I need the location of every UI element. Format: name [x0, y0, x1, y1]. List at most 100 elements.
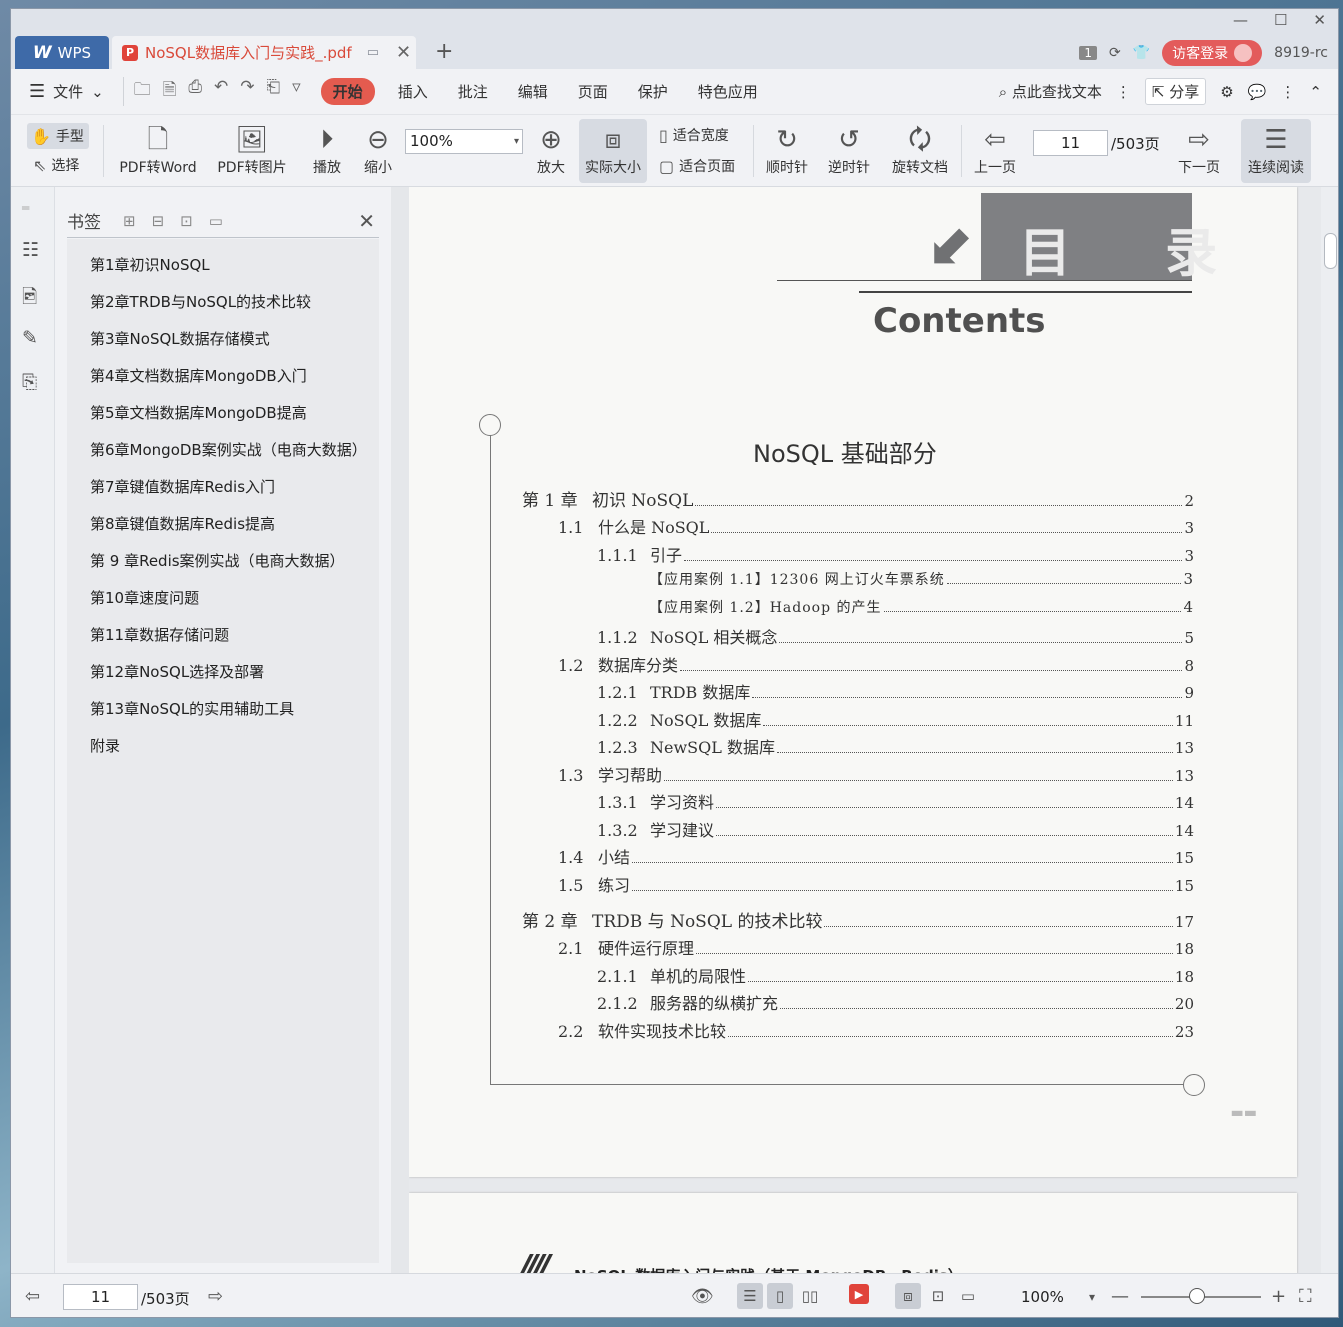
skin-icon[interactable]: 👕 [1133, 45, 1150, 61]
continuous-view-icon[interactable]: ☰ [737, 1283, 763, 1309]
file-menu[interactable]: ☰ 文件 ⌄ [27, 81, 119, 102]
tab-special[interactable]: 特色应用 [683, 81, 773, 102]
rotate-clockwise-button[interactable]: ↻ 顺时针 [759, 119, 815, 183]
close-tab-icon[interactable]: ✕ [396, 42, 411, 63]
fit-page-button[interactable]: ▢ 适合页面 [659, 156, 735, 176]
thumbnail-icon[interactable]: 🖻 [22, 283, 37, 315]
bookmark-item[interactable]: 第13章NoSQL的实用辅助工具 [67, 691, 379, 728]
fit-width-status-icon[interactable]: ▭ [955, 1283, 981, 1309]
collapse-ribbon-icon[interactable]: ⌃ [1309, 83, 1322, 101]
collapse-all-icon[interactable]: ⊟ [152, 212, 165, 230]
select-tool-button[interactable]: ⇖ 选择 [33, 155, 79, 175]
toc-entry[interactable]: 1.1.2 NoSQL 相关概念 5 [522, 624, 1194, 652]
maximize-icon[interactable]: ☐ [1274, 11, 1287, 29]
toc-entry[interactable]: 1.4 小结 15 [522, 844, 1194, 872]
toc-entry[interactable]: 2.1.2 服务器的纵横扩充 20 [522, 990, 1194, 1018]
bookmark-item[interactable]: 第 9 章Redis案例实战（电商大数据） [67, 543, 379, 580]
status-page-input[interactable]: 11 [63, 1284, 138, 1310]
bookmark-item[interactable]: 第11章数据存储问题 [67, 617, 379, 654]
status-next-page-icon[interactable]: ⇨ [208, 1286, 223, 1307]
toc-entry[interactable]: 1.2.1 TRDB 数据库 9 [522, 679, 1194, 707]
fullscreen-icon[interactable]: ⛶ [1299, 1286, 1312, 1307]
previous-page-button[interactable]: ⇦ 上一页 [967, 119, 1023, 183]
login-button[interactable]: 访客登录 [1162, 40, 1263, 66]
fit-width-button[interactable]: ▯ 适合宽度 [659, 125, 729, 145]
redo-icon[interactable]: ↷ [240, 77, 254, 106]
share-button[interactable]: ⇱ 分享 [1144, 78, 1207, 105]
zoom-out-button[interactable]: ⊖ 缩小 [356, 119, 400, 183]
attachment-icon[interactable]: ⎘ [22, 371, 37, 393]
wps-home-tab[interactable]: W WPS [15, 36, 109, 69]
bookmark-item[interactable]: 第10章速度问题 [67, 580, 379, 617]
single-page-icon[interactable]: ▯ [767, 1283, 793, 1309]
zoom-slider-handle[interactable] [1189, 1288, 1205, 1304]
zoom-in-button[interactable]: ⊕ 放大 [529, 119, 573, 183]
sync-icon[interactable]: ⟳ [1109, 45, 1121, 61]
toc-entry[interactable]: 【应用案例 1.2】Hadoop 的产生 4 [522, 597, 1194, 625]
zoom-dropdown-icon[interactable]: ▾ [1089, 1290, 1095, 1304]
bookmark-item[interactable]: 第1章初识NoSQL [67, 247, 379, 284]
document-viewport[interactable]: ⬋ 目 录 Contents NoSQL 基础部分 第 1 章初识 NoSQL 2… [409, 187, 1321, 1273]
page-number-input[interactable]: 11 [1033, 130, 1108, 156]
search-text-button[interactable]: ⌕ 点此查找文本 [999, 81, 1102, 102]
pdf-to-image-button[interactable]: 🖼 PDF转图片 [209, 119, 295, 183]
toc-entry[interactable]: 2.1 硬件运行原理 18 [522, 935, 1194, 963]
more-vertical-icon[interactable]: ⋮ [1116, 83, 1131, 101]
eye-protection-icon[interactable]: 👁 [691, 1286, 714, 1307]
bookmark-item[interactable]: 第5章文档数据库MongoDB提高 [67, 395, 379, 432]
document-scrollbar[interactable] [1321, 187, 1338, 1273]
tab-page[interactable]: 页面 [563, 81, 623, 102]
toc-entry[interactable]: 第 2 章 TRDB 与 NoSQL 的技术比较 17 [522, 907, 1194, 935]
bookmark-item[interactable]: 第2章TRDB与NoSQL的技术比较 [67, 284, 379, 321]
tab-insert[interactable]: 插入 [383, 81, 443, 102]
scrollbar-thumb[interactable] [1324, 233, 1337, 269]
panel-scrollbar[interactable] [391, 187, 409, 1273]
monitor-icon[interactable]: ▭ [367, 45, 379, 60]
toc-entry[interactable]: 1.1 什么是 NoSQL 3 [522, 514, 1194, 542]
minimize-icon[interactable]: — [1233, 11, 1248, 29]
toc-entry[interactable]: 1.3 学习帮助 13 [522, 762, 1194, 790]
bookmark-list-icon[interactable]: ☷ [22, 239, 39, 261]
add-bookmark-icon[interactable]: ⊡ [180, 212, 193, 230]
toc-entry[interactable]: 1.3.2 学习建议 14 [522, 817, 1194, 845]
pdf-to-word-button[interactable]: 🗋 PDF转Word [111, 119, 205, 183]
toc-entry[interactable]: 2.2 软件实现技术比较 23 [522, 1018, 1194, 1046]
drag-handle-icon[interactable]: ═ [22, 201, 29, 215]
more-menu-icon[interactable]: ⋮ [1280, 83, 1295, 101]
bookmark-item[interactable]: 第7章键值数据库Redis入门 [67, 469, 379, 506]
status-prev-page-icon[interactable]: ⇦ [25, 1286, 40, 1307]
actual-size-button[interactable]: ⧈ 实际大小 [579, 119, 647, 183]
two-page-icon[interactable]: ▯▯ [797, 1283, 823, 1309]
close-panel-icon[interactable]: ✕ [358, 209, 375, 233]
annotation-icon[interactable]: ✎ [22, 327, 38, 349]
bookmark-item[interactable]: 第4章文档数据库MongoDB入门 [67, 358, 379, 395]
bookmark-item[interactable]: 第8章键值数据库Redis提高 [67, 506, 379, 543]
window-count-badge[interactable]: 1 [1079, 46, 1097, 60]
toc-entry[interactable]: 1.2.2 NoSQL 数据库 11 [522, 707, 1194, 735]
tab-edit[interactable]: 编辑 [503, 81, 563, 102]
actual-size-status-icon[interactable]: ⧈ [895, 1283, 921, 1309]
toc-entry[interactable]: 2.1.1 单机的局限性 18 [522, 963, 1194, 991]
toc-entry[interactable]: 1.1.1 引子 3 [522, 542, 1194, 570]
print-icon[interactable]: ⎙ [188, 77, 202, 106]
toc-entry[interactable]: 1.2.3 NewSQL 数据库 13 [522, 734, 1194, 762]
rotate-document-button[interactable]: 🗘 旋转文档 [885, 119, 955, 183]
status-zoom-value[interactable]: 100% [1021, 1288, 1064, 1306]
bookmark-item[interactable]: 第3章NoSQL数据存储模式 [67, 321, 379, 358]
zoom-minus-icon[interactable]: — [1111, 1286, 1129, 1307]
undo-icon[interactable]: ↶ [214, 77, 228, 106]
zoom-select[interactable]: 100% ▾ [405, 129, 523, 154]
bookmark-options-icon[interactable]: ▭ [209, 212, 223, 230]
open-folder-icon[interactable]: 🗀 [134, 77, 151, 106]
comment-icon[interactable]: 💬 [1248, 83, 1267, 101]
tab-protect[interactable]: 保护 [623, 81, 683, 102]
bookmark-item[interactable]: 附录 [67, 728, 379, 765]
toc-entry[interactable]: 1.2 数据库分类 8 [522, 652, 1194, 680]
bookmark-item[interactable]: 第12章NoSQL选择及部署 [67, 654, 379, 691]
expand-all-icon[interactable]: ⊞ [123, 212, 136, 230]
hand-tool-button[interactable]: ✋ 手型 [27, 123, 89, 149]
more-quick-icon[interactable]: ▿ [292, 77, 301, 106]
bookmark-item[interactable]: 第6章MongoDB案例实战（电商大数据） [67, 432, 379, 469]
tab-start[interactable]: 开始 [320, 78, 375, 105]
fit-page-status-icon[interactable]: ⊡ [925, 1283, 951, 1309]
